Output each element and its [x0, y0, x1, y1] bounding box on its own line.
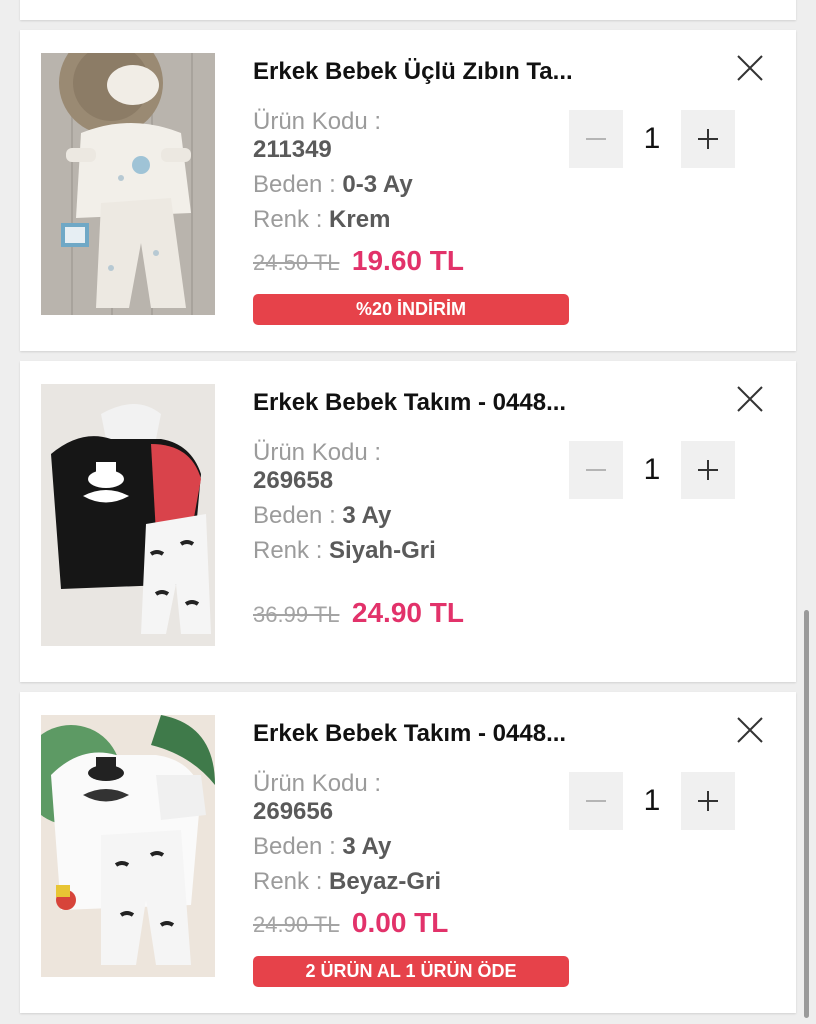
color-label: Renk : — [253, 868, 323, 895]
color-value: Beyaz-Gri — [329, 868, 442, 895]
baby-bodysuit-set-cream-image — [41, 53, 215, 315]
increase-quantity-button[interactable] — [681, 772, 735, 830]
product-code-label: Ürün Kodu : — [253, 770, 382, 797]
product-code: 269658 — [253, 467, 334, 494]
discount-badge: %20 İNDİRİM — [253, 294, 569, 325]
close-icon[interactable] — [734, 714, 766, 746]
cart-item: Erkek Bebek Takım - 0448... Ürün Kodu : … — [20, 361, 796, 682]
plus-icon — [698, 791, 718, 811]
quantity-stepper: 1 — [569, 772, 735, 830]
product-title[interactable]: Erkek Bebek Takım - 0448... — [253, 389, 623, 417]
new-price: 0.00 TL — [351, 907, 449, 938]
size-label: Beden : — [253, 171, 336, 198]
new-price: 24.90 TL — [351, 597, 464, 628]
minus-icon — [586, 800, 606, 802]
baby-set-white-mustache-image — [41, 715, 215, 977]
product-title[interactable]: Erkek Bebek Takım - 0448... — [253, 720, 623, 748]
product-size: Beden : 3 Ay — [253, 833, 391, 861]
price-block: 24.50 TL 19.60 TL — [253, 245, 464, 277]
cart-item: Erkek Bebek Üçlü Zıbın Ta... Ürün Kodu :… — [20, 30, 796, 351]
plus-icon — [698, 129, 718, 149]
price-block: 36.99 TL 24.90 TL — [253, 597, 464, 629]
increase-quantity-button[interactable] — [681, 110, 735, 168]
product-code: 269656 — [253, 798, 334, 825]
product-color: Renk : Beyaz-Gri — [253, 868, 441, 896]
color-value: Siyah-Gri — [329, 537, 436, 564]
price-block: 24.90 TL 0.00 TL — [253, 907, 448, 939]
old-price: 24.90 TL — [253, 912, 340, 937]
quantity-value[interactable]: 1 — [623, 110, 681, 168]
plus-icon — [698, 460, 718, 480]
size-label: Beden : — [253, 833, 336, 860]
decrease-quantity-button[interactable] — [569, 772, 623, 830]
quantity-value[interactable]: 1 — [623, 441, 681, 499]
quantity-value[interactable]: 1 — [623, 772, 681, 830]
color-value: Krem — [329, 206, 391, 233]
color-label: Renk : — [253, 537, 323, 564]
product-code: 211349 — [253, 136, 332, 163]
decrease-quantity-button[interactable] — [569, 110, 623, 168]
cart-page: Erkek Bebek Üçlü Zıbın Ta... Ürün Kodu :… — [0, 0, 816, 1024]
minus-icon — [586, 138, 606, 140]
product-color: Renk : Siyah-Gri — [253, 537, 436, 565]
product-image[interactable] — [41, 384, 215, 646]
old-price: 24.50 TL — [253, 250, 340, 275]
product-size: Beden : 0-3 Ay — [253, 171, 413, 199]
new-price: 19.60 TL — [351, 245, 464, 276]
product-color: Renk : Krem — [253, 206, 390, 234]
product-code-label: Ürün Kodu : — [253, 108, 382, 135]
increase-quantity-button[interactable] — [681, 441, 735, 499]
decrease-quantity-button[interactable] — [569, 441, 623, 499]
close-icon[interactable] — [734, 52, 766, 84]
product-image[interactable] — [41, 715, 215, 977]
baby-set-black-mustache-image — [41, 384, 215, 646]
color-label: Renk : — [253, 206, 323, 233]
size-value: 3 Ay — [342, 502, 392, 529]
scrollbar[interactable] — [804, 610, 809, 1018]
product-image[interactable] — [41, 53, 215, 315]
close-icon[interactable] — [734, 383, 766, 415]
size-label: Beden : — [253, 502, 336, 529]
size-value: 3 Ay — [342, 833, 392, 860]
product-code-label: Ürün Kodu : — [253, 439, 382, 466]
size-value: 0-3 Ay — [342, 171, 413, 198]
product-size: Beden : 3 Ay — [253, 502, 391, 530]
previous-cart-item-card — [20, 0, 796, 20]
quantity-stepper: 1 — [569, 441, 735, 499]
minus-icon — [586, 469, 606, 471]
quantity-stepper: 1 — [569, 110, 735, 168]
product-title[interactable]: Erkek Bebek Üçlü Zıbın Ta... — [253, 58, 623, 86]
campaign-badge: 2 ÜRÜN AL 1 ÜRÜN ÖDE — [253, 956, 569, 987]
old-price: 36.99 TL — [253, 602, 340, 627]
cart-item: Erkek Bebek Takım - 0448... Ürün Kodu : … — [20, 692, 796, 1013]
